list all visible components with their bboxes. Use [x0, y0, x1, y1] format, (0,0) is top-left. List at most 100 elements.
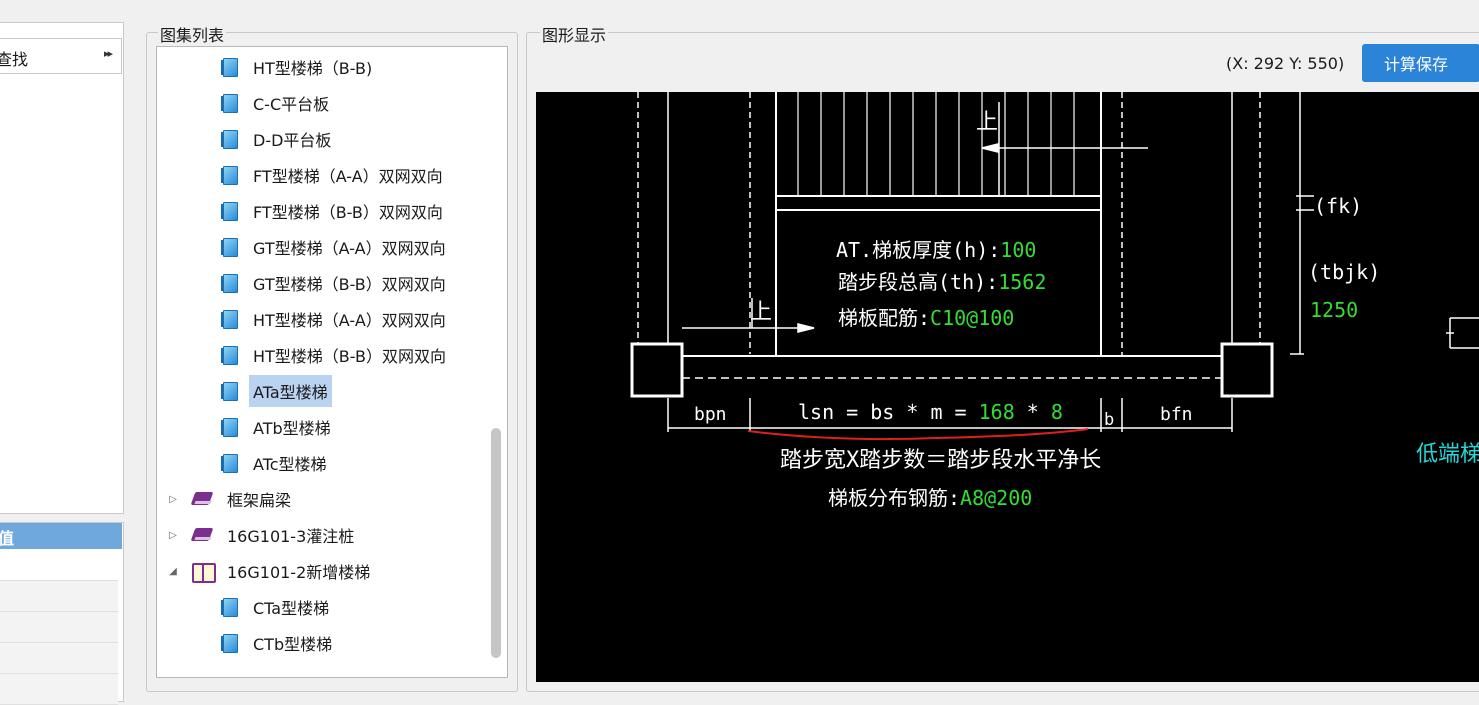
bs-value: 168 [978, 400, 1015, 424]
m-value: 8 [1050, 400, 1063, 424]
height-label: 踏步段总高(th): [838, 270, 999, 294]
rebar-line: 梯板配筋:C10@100 [838, 302, 1014, 331]
tree-item-label: 16G101-3灌注桩 [227, 527, 355, 546]
tree-item[interactable]: ATb型楼梯 [221, 411, 335, 443]
property-row[interactable] [0, 581, 118, 612]
open-book-icon [191, 561, 216, 583]
tree-item[interactable]: HT型楼梯（A-A）双网双向 [221, 303, 450, 335]
calculate-save-button[interactable]: 计算保存 [1362, 44, 1479, 82]
document-icon [221, 382, 238, 401]
tree-scrollbar-thumb[interactable] [491, 428, 501, 658]
tree-item-label: C-C平台板 [253, 95, 330, 114]
tree-item[interactable]: ▷ 16G101-3灌注桩 [165, 519, 358, 551]
book-icon [190, 525, 215, 545]
atlas-tree: HT型楼梯（B-B) C-C平台板 D-D平台板 FT型楼梯（A-A）双网双向 FT型楼… [156, 46, 508, 678]
tree-item[interactable]: ▷ 框架扁梁 [165, 483, 295, 515]
property-row[interactable] [0, 643, 118, 674]
property-row[interactable] [0, 550, 118, 581]
search-label: 查找 [0, 50, 29, 69]
tree-item-label: 16G101-2新增楼梯 [227, 563, 371, 582]
b-label: b [1104, 410, 1115, 430]
up-label-top: 上 [976, 110, 999, 135]
document-icon [221, 130, 238, 149]
bfn-label: bfn [1160, 404, 1193, 425]
atlas-list-title: 图集列表 [158, 22, 227, 46]
document-icon [221, 598, 238, 617]
tree-item-label: GT型楼梯（A-A）双网双向 [253, 239, 446, 258]
height-line: 踏步段总高(th):1562 [838, 266, 1046, 295]
tree-item[interactable]: GT型楼梯（A-A）双网双向 [221, 231, 450, 263]
tree-item-label: ATa型楼梯 [249, 375, 332, 407]
tree-item-label: CTa型楼梯 [253, 599, 330, 618]
book-icon [190, 489, 215, 509]
tree-item[interactable]: ATa型楼梯 [221, 375, 332, 407]
formula-text: 踏步宽X踏步数＝踏步段水平净长 [780, 448, 1102, 473]
graphic-display-title: 图形显示 [540, 22, 609, 46]
fk-label: (fk) [1314, 194, 1363, 218]
tree-item-label: ATc型楼梯 [253, 455, 327, 474]
left-search-panel [0, 22, 124, 514]
document-icon [221, 94, 238, 113]
times-symbol: * [1026, 400, 1039, 424]
document-icon [221, 310, 238, 329]
tbjk-value: 1250 [1310, 298, 1359, 322]
rebar-label: 梯板配筋: [838, 306, 931, 330]
document-icon [221, 418, 238, 437]
tree-item-label: ATb型楼梯 [253, 419, 331, 438]
expand-arrow-icon[interactable]: ▸▸ [104, 47, 113, 60]
stair-drawing [630, 92, 1479, 441]
tree-item-label: HT型楼梯（B-B）双网双向 [253, 347, 446, 366]
tree-item[interactable]: FT型楼梯（A-A）双网双向 [221, 159, 447, 191]
thickness-value: 100 [1000, 238, 1037, 262]
tbjk-label: (tbjk) [1308, 260, 1381, 284]
expander-icon[interactable]: ▷ [165, 530, 181, 541]
bpn-label: bpn [694, 404, 727, 425]
document-icon [221, 454, 238, 473]
dist-rebar-label: 梯板分布钢筋: [828, 486, 961, 510]
cursor-coordinates: (X: 292 Y: 550) [1226, 54, 1345, 73]
tree-item[interactable]: GT型楼梯（B-B）双网双向 [221, 267, 450, 299]
tree-item[interactable]: HT型楼梯（B-B）双网双向 [221, 339, 450, 371]
up-label-bottom: 上 [750, 300, 773, 325]
tree-item-label: 框架扁梁 [227, 491, 292, 510]
document-icon [221, 202, 238, 221]
tree-item[interactable]: ◢ 16G101-2新增楼梯 [165, 555, 374, 587]
expander-icon[interactable]: ▷ [165, 494, 181, 505]
dist-rebar-line: 梯板分布钢筋:A8@200 [828, 482, 1032, 511]
tree-item-label: CTb型楼梯 [253, 635, 333, 654]
document-icon [221, 346, 238, 365]
property-row[interactable] [0, 674, 118, 705]
tree-item-label: GT型楼梯（B-B）双网双向 [253, 275, 446, 294]
tree-item-label: D-D平台板 [253, 131, 332, 150]
tree-item-label: FT型楼梯（B-B）双网双向 [253, 203, 443, 222]
tree-item-label: FT型楼梯（A-A）双网双向 [253, 167, 443, 186]
rebar-value: C10@100 [930, 306, 1015, 330]
thickness-line: AT.梯板厚度(h):100 [836, 234, 1036, 263]
property-row[interactable] [0, 612, 118, 643]
document-icon [221, 274, 238, 293]
tree-item[interactable]: C-C平台板 [221, 87, 333, 119]
tree-item-label: HT型楼梯（B-B) [253, 59, 373, 78]
low-end-label: 低端梯 [1416, 442, 1479, 467]
document-icon [221, 238, 238, 257]
red-underline [747, 428, 1089, 441]
tree-item-label: HT型楼梯（A-A）双网双向 [253, 311, 446, 330]
drawing-canvas[interactable]: 上 上 AT.梯板厚度(h):100 踏步段总高(th):1562 梯板配筋:C… [536, 92, 1479, 682]
tree-item[interactable]: CTb型楼梯 [221, 627, 336, 659]
thickness-label: AT.梯板厚度(h): [836, 238, 1001, 262]
tree-item[interactable]: D-D平台板 [221, 123, 335, 155]
lsn-prefix: lsn = bs * m = [798, 400, 979, 424]
tree-item[interactable]: HT型楼梯（B-B) [221, 51, 376, 83]
tree-item[interactable]: FT型楼梯（B-B）双网双向 [221, 195, 447, 227]
tree-item[interactable]: ATc型楼梯 [221, 447, 331, 479]
expander-icon[interactable]: ◢ [165, 566, 181, 577]
lsn-formula: lsn = bs * m = 168 * 8 [798, 400, 1063, 424]
document-icon [221, 634, 238, 653]
height-value: 1562 [998, 270, 1047, 294]
stair-treads [797, 92, 1075, 196]
document-icon [221, 166, 238, 185]
document-icon [221, 58, 238, 77]
dist-rebar-value: A8@200 [960, 486, 1033, 510]
tree-item[interactable]: CTa型楼梯 [221, 591, 333, 623]
properties-header: 值 [0, 523, 122, 549]
